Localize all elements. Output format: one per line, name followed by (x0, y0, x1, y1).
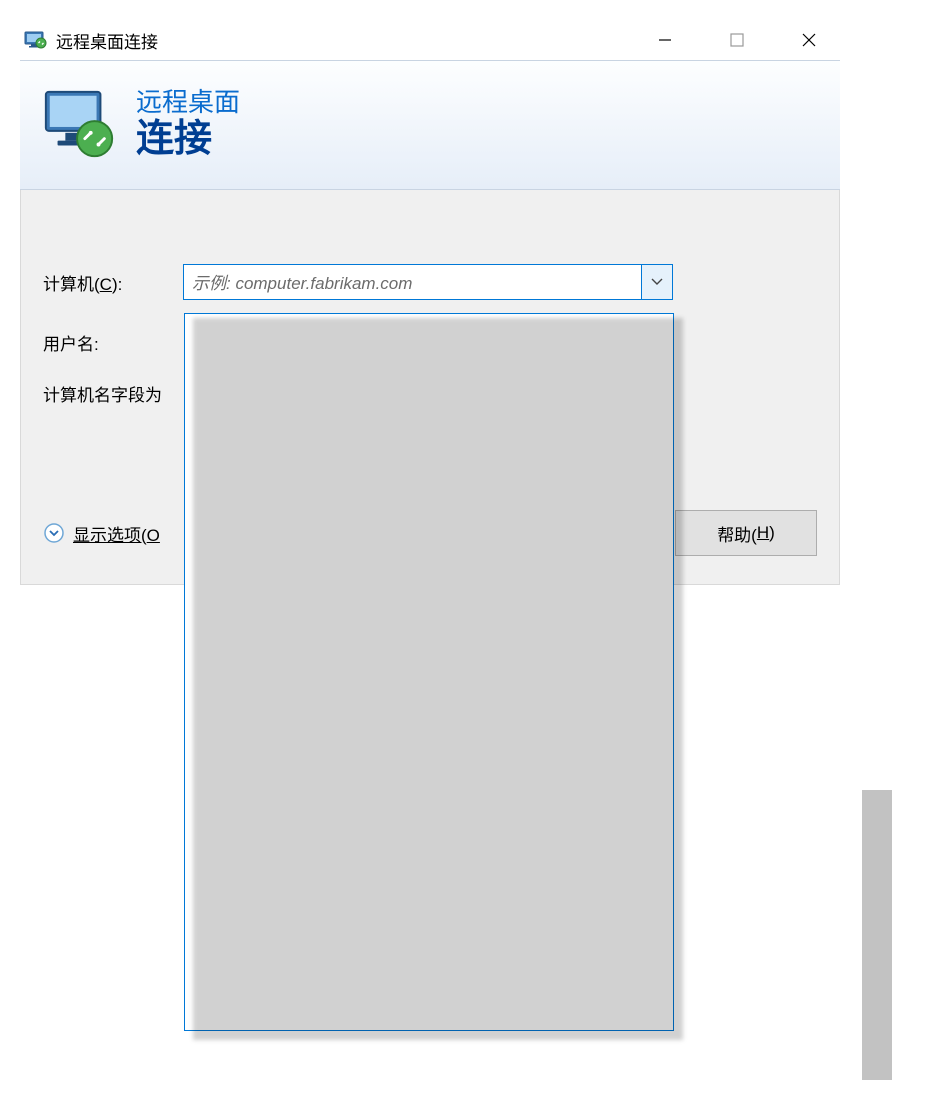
computer-combobox[interactable]: 示例: computer.fabrikam.com (183, 264, 673, 300)
header-title-line1: 远程桌面 (136, 88, 240, 117)
computer-placeholder: 示例: computer.fabrikam.com (184, 265, 641, 299)
app-icon (24, 31, 48, 49)
header-title-line2: 连接 (136, 117, 240, 163)
chevron-down-icon (43, 522, 65, 544)
titlebar: 远程桌面连接 (20, 20, 840, 60)
minimize-button[interactable] (654, 29, 676, 51)
page-scrollbar-thumb[interactable] (862, 790, 892, 1080)
header-banner: 远程桌面 连接 (20, 60, 840, 190)
help-button[interactable]: 帮助(H) (675, 510, 817, 556)
remote-desktop-icon (40, 86, 118, 164)
show-options-label: 显示选项(O (73, 521, 160, 546)
window-title: 远程桌面连接 (56, 28, 158, 53)
page-scrollbar-track[interactable] (862, 20, 892, 1080)
computer-dropdown-list[interactable] (184, 313, 674, 1031)
show-options-toggle[interactable]: 显示选项(O (43, 521, 160, 546)
maximize-button[interactable] (726, 29, 748, 51)
close-button[interactable] (798, 29, 820, 51)
username-label: 用户名: (43, 330, 183, 355)
computer-label: 计算机(C): (43, 270, 183, 295)
computer-dropdown-button[interactable] (641, 265, 672, 299)
